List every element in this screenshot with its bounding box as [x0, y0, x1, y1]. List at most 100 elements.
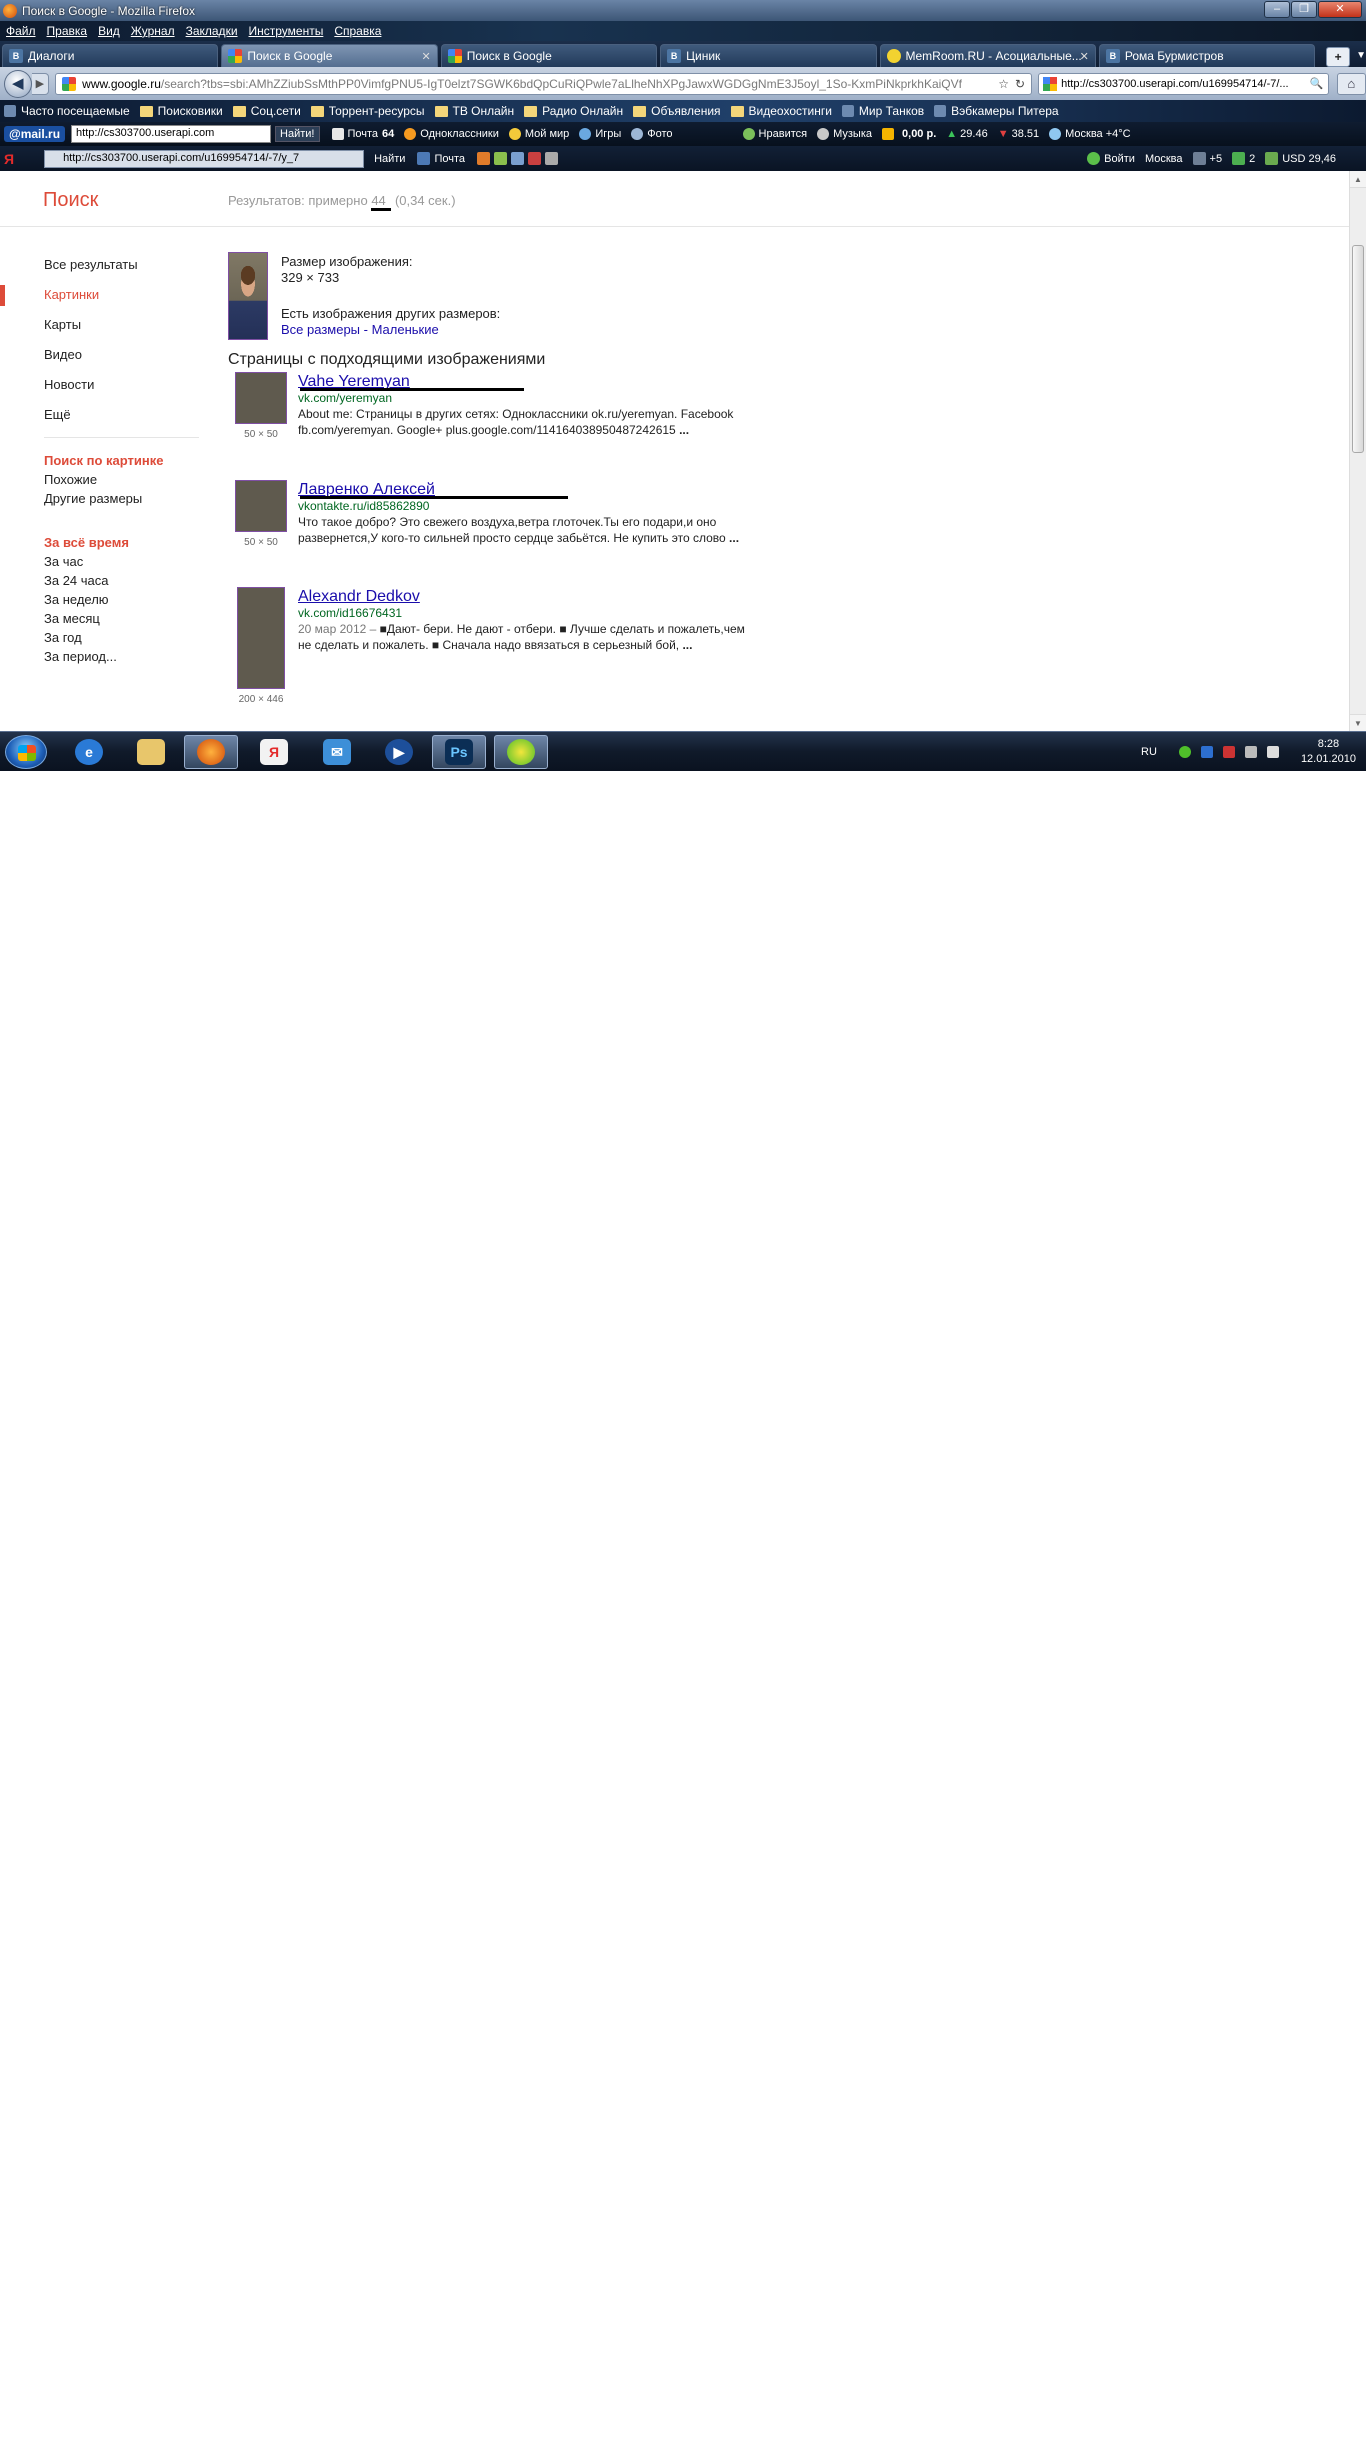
- close-tab-icon[interactable]: ✕: [422, 50, 431, 63]
- result-image[interactable]: [235, 480, 287, 532]
- mailru-like[interactable]: Нравится: [742, 128, 807, 140]
- tab-google-search[interactable]: Поиск в Google: [440, 44, 658, 67]
- mailru-balance[interactable]: 0,00 р.: [882, 128, 936, 140]
- mailru-weather[interactable]: Москва +4°C: [1049, 128, 1131, 140]
- yandex-city[interactable]: Москва: [1145, 153, 1183, 165]
- taskbar-icq[interactable]: [494, 735, 548, 769]
- reload-icon[interactable]: ↻: [1015, 77, 1025, 91]
- tab-cynic[interactable]: В Циник: [660, 44, 877, 67]
- close-window-button[interactable]: ✕: [1318, 1, 1362, 18]
- icq-tray-icon[interactable]: [1178, 746, 1191, 758]
- tab-dialogs[interactable]: В Диалоги: [2, 44, 219, 67]
- mailru-rate-eur[interactable]: ▼ 38.51: [998, 128, 1039, 140]
- home-button[interactable]: ⌂: [1336, 72, 1366, 95]
- back-button[interactable]: ◀: [4, 69, 32, 98]
- yandex-traffic[interactable]: +5: [1192, 152, 1222, 165]
- menu-bookmarks[interactable]: Закладки: [186, 24, 238, 38]
- sidebar-item-images[interactable]: Картинки: [0, 280, 200, 310]
- taskbar-photoshop[interactable]: Ps: [432, 735, 486, 769]
- time-filter-heading[interactable]: За всё время: [0, 533, 200, 552]
- scroll-down-icon[interactable]: ▼: [1350, 714, 1366, 731]
- taskbar-yandex[interactable]: Я: [247, 735, 301, 769]
- result-image[interactable]: [237, 587, 285, 689]
- result-title-link[interactable]: Vahe Yeremyan: [298, 372, 524, 391]
- mailru-find-button[interactable]: Найти!: [275, 126, 320, 142]
- yandex-currency[interactable]: USD 29,46: [1265, 152, 1336, 165]
- url-bar[interactable]: www.google.ru/search?tbs=sbi:AMhZZiubSsM…: [55, 72, 1033, 95]
- time-filter-month[interactable]: За месяц: [0, 609, 200, 628]
- result-thumbnail[interactable]: 50 × 50: [235, 480, 287, 548]
- menu-file[interactable]: Файл: [6, 24, 36, 38]
- result-image[interactable]: [235, 372, 287, 424]
- yandex-notifications[interactable]: 2: [1232, 152, 1255, 165]
- other-sizes-links[interactable]: Все размеры - Маленькие: [281, 322, 500, 338]
- bookmark-folder-video[interactable]: Видеохостинги: [730, 104, 832, 118]
- time-filter-year[interactable]: За год: [0, 628, 200, 647]
- volume-icon[interactable]: [1266, 746, 1279, 758]
- taskbar-explorer[interactable]: [124, 735, 178, 769]
- mailru-odnoklassniki[interactable]: Одноклассники: [404, 128, 499, 140]
- menu-view[interactable]: Вид: [98, 24, 120, 38]
- forward-button[interactable]: ▶: [31, 72, 50, 95]
- bookmark-folder-ads[interactable]: Объявления: [633, 104, 721, 118]
- close-tab-icon[interactable]: ✕: [1080, 50, 1089, 63]
- taskbar-mail[interactable]: ✉: [310, 735, 364, 769]
- taskbar-internet-explorer[interactable]: e: [62, 735, 116, 769]
- mailru-photo[interactable]: Фото: [631, 128, 673, 140]
- bookmark-folder-social[interactable]: Соц.сети: [232, 104, 301, 118]
- search-bar[interactable]: http://cs303700.userapi.com/u169954714/-…: [1038, 72, 1329, 95]
- similar-images-link[interactable]: Похожие: [0, 470, 200, 489]
- sidebar-item-more[interactable]: Ещё: [0, 400, 200, 430]
- list-tabs-icon[interactable]: ▼: [1356, 50, 1366, 61]
- yandex-bar-buttons[interactable]: [477, 152, 562, 165]
- taskbar-media-player[interactable]: ▶: [372, 735, 426, 769]
- mailru-music[interactable]: Музыка: [817, 128, 872, 140]
- mailru-search-input[interactable]: http://cs303700.userapi.com: [71, 125, 272, 143]
- mailru-rate-usd[interactable]: ▲ 29.46: [946, 128, 987, 140]
- time-filter-week[interactable]: За неделю: [0, 590, 200, 609]
- google-search-logo[interactable]: Поиск: [43, 189, 98, 212]
- result-title-link[interactable]: Alexandr Dedkov: [298, 587, 420, 606]
- yandex-find-button[interactable]: Найти: [374, 153, 405, 165]
- search-icon[interactable]: 🔍: [1310, 77, 1324, 90]
- sidebar-item-maps[interactable]: Карты: [0, 310, 200, 340]
- bookmark-folder-tv[interactable]: ТВ Онлайн: [434, 104, 514, 118]
- network-icon[interactable]: [1244, 746, 1257, 758]
- menu-tools[interactable]: Инструменты: [249, 24, 324, 38]
- bluetooth-icon[interactable]: [1200, 746, 1213, 758]
- query-image-thumbnail[interactable]: [228, 252, 268, 340]
- yandex-search-input[interactable]: http://cs303700.userapi.com/u169954714/-…: [44, 149, 365, 168]
- yandex-mail[interactable]: Почта: [417, 152, 465, 165]
- mailru-mail[interactable]: Почта 64: [331, 128, 394, 140]
- bookmark-world-of-tanks[interactable]: Мир Танков: [841, 104, 924, 118]
- start-button[interactable]: [5, 735, 47, 769]
- bookmark-folder-search[interactable]: Поисковики: [139, 104, 223, 118]
- time-filter-hour[interactable]: За час: [0, 552, 200, 571]
- time-filter-24h[interactable]: За 24 часа: [0, 571, 200, 590]
- other-sizes-link[interactable]: Другие размеры: [0, 489, 200, 508]
- bookmark-star-icon[interactable]: ☆: [998, 77, 1009, 91]
- yandex-logo[interactable]: Я: [4, 151, 14, 167]
- mailru-logo[interactable]: @mail.ru: [4, 126, 66, 142]
- maximize-button[interactable]: ❐: [1291, 1, 1317, 18]
- language-indicator[interactable]: RU: [1141, 746, 1157, 758]
- antivirus-icon[interactable]: [1222, 746, 1235, 758]
- tab-google-search-active[interactable]: Поиск в Google ✕: [221, 44, 438, 67]
- menu-history[interactable]: Журнал: [131, 24, 175, 38]
- menu-help[interactable]: Справка: [334, 24, 381, 38]
- taskbar-firefox[interactable]: [184, 735, 238, 769]
- tab-roma[interactable]: В Рома Бурмистров: [1098, 44, 1316, 67]
- result-thumbnail[interactable]: 50 × 50: [235, 372, 287, 440]
- bookmark-most-visited[interactable]: Часто посещаемые: [4, 104, 130, 118]
- bookmark-webcams[interactable]: Вэбкамеры Питера: [934, 104, 1059, 118]
- time-filter-custom[interactable]: За период...: [0, 647, 200, 666]
- result-thumbnail[interactable]: 200 × 446: [235, 587, 287, 705]
- yandex-login[interactable]: Войти: [1087, 152, 1135, 165]
- new-tab-button[interactable]: +: [1326, 47, 1351, 67]
- scrollbar-thumb[interactable]: [1352, 245, 1364, 453]
- bookmark-folder-radio[interactable]: Радио Онлайн: [524, 104, 623, 118]
- sidebar-item-video[interactable]: Видео: [0, 340, 200, 370]
- scroll-up-icon[interactable]: ▲: [1350, 171, 1366, 188]
- mailru-games[interactable]: Игры: [579, 128, 621, 140]
- menu-edit[interactable]: Правка: [47, 24, 88, 38]
